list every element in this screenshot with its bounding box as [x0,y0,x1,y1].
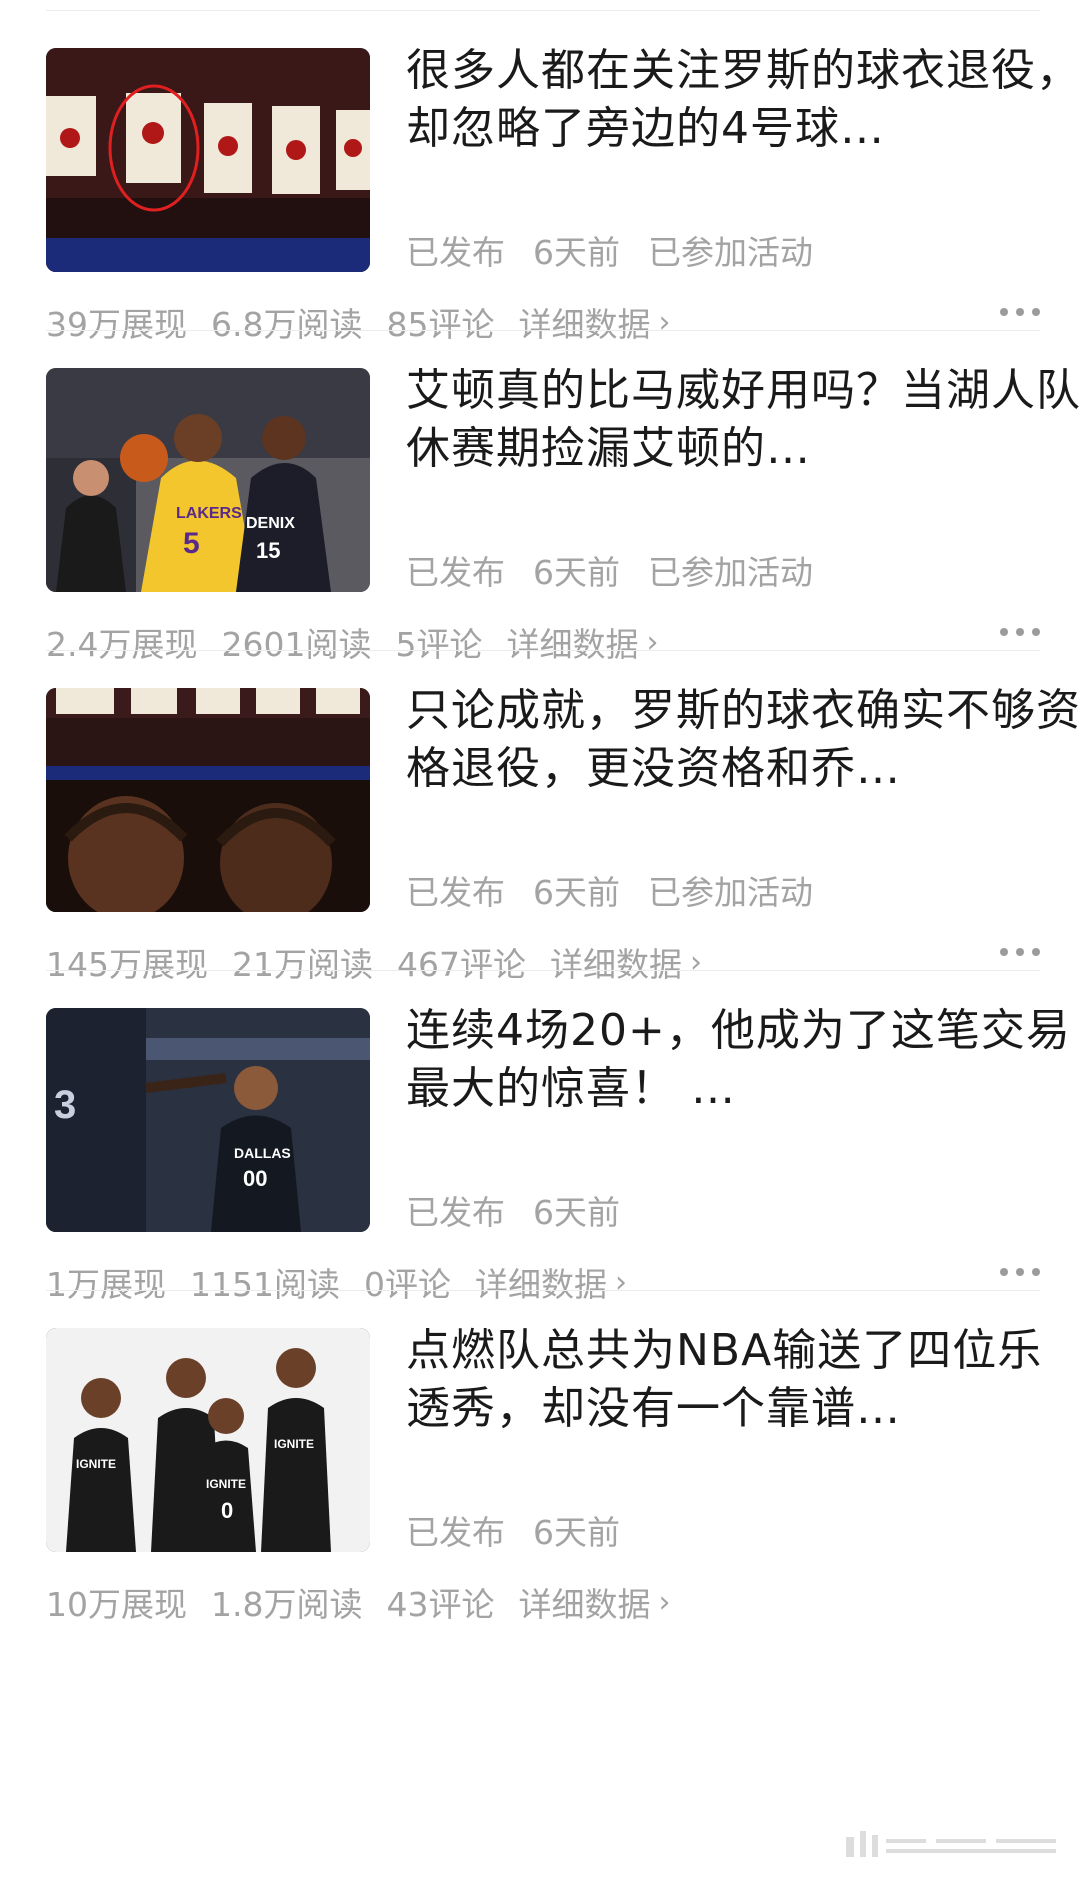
article-meta: 已发布 6天前 已参加活动 [406,226,813,274]
article-card[interactable]: 只论成就，罗斯的球衣确实不够资格退役，更没资格和乔… 已发布 6天前 已参加活动… [46,685,1080,988]
watermark-logo [846,1831,1056,1857]
svg-text:IGNITE: IGNITE [274,1437,314,1451]
article-meta: 已发布 6天前 [406,1506,620,1554]
article-meta: 已发布 6天前 已参加活动 [406,866,813,914]
impressions-count: 39万展现 [46,305,187,344]
article-list: 很多人都在关注罗斯的球衣退役，却忽略了旁边的4号球… 已发布 6天前 已参加活动… [0,0,1086,1883]
article-thumbnail[interactable]: 3 DALLAS 00 [46,1008,370,1232]
ignite-team-image: IGNITE IGNITE 0 IGNITE [46,1328,370,1552]
article-title[interactable]: 连续4场20+，他成为了这笔交易最大的惊喜！ … [406,1002,1086,1118]
more-options-icon[interactable] [1000,626,1040,638]
comments-count: 0评论 [363,1265,451,1304]
article-meta: 已发布 6天前 已参加活动 [406,546,813,594]
article-stats: 39万展现 6.8万阅读 85评论 详细数据 › [46,298,670,346]
detail-data-link[interactable]: 详细数据 › [506,618,658,666]
comments-count: 43评论 [386,1585,495,1624]
chevron-right-icon: › [614,1264,627,1300]
svg-text:DALLAS: DALLAS [234,1145,291,1161]
article-card[interactable]: 3 DALLAS 00 连续4场20+，他成为了这笔交易最大的惊喜！ … 已发布… [46,1005,1070,1308]
article-thumbnail[interactable]: LAKERS 5 DENIX 15 [46,368,370,592]
activity-status: 已参加活动 [648,873,813,912]
detail-data-link[interactable]: 详细数据 › [550,938,702,986]
article-title[interactable]: 只论成就，罗斯的球衣确实不够资格退役，更没资格和乔… [406,682,1086,798]
reads-count: 1151阅读 [190,1265,340,1304]
article-thumbnail[interactable] [46,48,370,272]
impressions-count: 145万展现 [46,945,208,984]
publish-status: 已发布 [406,1193,505,1232]
article-title[interactable]: 很多人都在关注罗斯的球衣退役，却忽略了旁边的4号球… [406,42,1086,158]
detail-data-label: 详细数据 [474,1265,607,1304]
divider [46,10,1040,11]
detail-data-label: 详细数据 [518,1585,651,1624]
chevron-right-icon: › [658,304,671,340]
article-stats: 2.4万展现 2601阅读 5评论 详细数据 › [46,618,658,666]
detail-data-link[interactable]: 详细数据 › [518,298,670,346]
divider [46,1290,1040,1291]
publish-status: 已发布 [406,233,505,272]
article-stats: 145万展现 21万阅读 467评论 详细数据 › [46,938,702,986]
chevron-right-icon: › [646,624,659,660]
divider [46,650,1040,651]
comments-count: 85评论 [386,305,495,344]
divider [46,970,1040,971]
article-card[interactable]: IGNITE IGNITE 0 IGNITE 点燃队总共为NBA输送了四位乐透秀… [46,1325,1041,1628]
comments-count: 5评论 [395,625,483,664]
article-meta: 已发布 6天前 [406,1186,620,1234]
rose-tears-image [46,688,370,912]
publish-time: 6天前 [533,233,620,272]
reads-count: 1.8万阅读 [211,1585,363,1624]
more-options-icon[interactable] [1000,1266,1040,1278]
detail-data-link[interactable]: 详细数据 › [475,1258,627,1306]
detail-data-link[interactable]: 详细数据 › [518,1578,670,1626]
svg-text:0: 0 [221,1498,233,1523]
svg-text:15: 15 [256,538,280,563]
impressions-count: 1万展现 [46,1265,166,1304]
publish-time: 6天前 [533,1513,620,1552]
publish-time: 6天前 [533,873,620,912]
reads-count: 6.8万阅读 [211,305,363,344]
svg-text:5: 5 [183,527,200,560]
svg-text:DENIX: DENIX [246,515,295,532]
article-thumbnail[interactable] [46,688,370,912]
publish-status: 已发布 [406,553,505,592]
publish-time: 6天前 [533,1193,620,1232]
detail-data-label: 详细数据 [550,945,682,984]
publish-status: 已发布 [406,1513,505,1552]
activity-status: 已参加活动 [648,233,813,272]
article-card[interactable]: LAKERS 5 DENIX 15 艾顿真的比马威好用吗？当湖人队休赛期捡漏艾顿… [46,365,1080,668]
impressions-count: 2.4万展现 [46,625,198,664]
comments-count: 467评论 [397,945,526,984]
article-title[interactable]: 艾顿真的比马威好用吗？当湖人队休赛期捡漏艾顿的… [406,362,1086,478]
detail-data-label: 详细数据 [518,305,651,344]
chevron-right-icon: › [658,1584,671,1620]
svg-text:IGNITE: IGNITE [76,1457,116,1471]
impressions-count: 10万展现 [46,1585,187,1624]
lakers-basketball-image: LAKERS 5 DENIX 15 [46,368,370,592]
article-stats: 10万展现 1.8万阅读 43评论 详细数据 › [46,1578,670,1626]
svg-text:00: 00 [243,1166,267,1191]
more-options-icon[interactable] [1000,946,1040,958]
publish-time: 6天前 [533,553,620,592]
svg-text:IGNITE: IGNITE [206,1477,246,1491]
article-card[interactable]: 很多人都在关注罗斯的球衣退役，却忽略了旁边的4号球… 已发布 6天前 已参加活动… [46,45,1080,348]
chevron-right-icon: › [690,944,702,980]
article-title[interactable]: 点燃队总共为NBA输送了四位乐透秀，却没有一个靠谱… [406,1322,1086,1438]
article-thumbnail[interactable]: IGNITE IGNITE 0 IGNITE [46,1328,370,1552]
more-options-icon[interactable] [1000,306,1040,318]
jersey-banners-image [46,48,370,272]
dallas-player-image: 3 DALLAS 00 [46,1008,370,1232]
svg-text:LAKERS: LAKERS [176,505,242,522]
divider [46,330,1040,331]
article-stats: 1万展现 1151阅读 0评论 详细数据 › [46,1258,627,1306]
publish-status: 已发布 [406,873,505,912]
activity-status: 已参加活动 [648,553,813,592]
reads-count: 2601阅读 [221,625,372,664]
svg-text:3: 3 [54,1083,76,1127]
detail-data-label: 详细数据 [506,625,639,664]
reads-count: 21万阅读 [232,945,373,984]
